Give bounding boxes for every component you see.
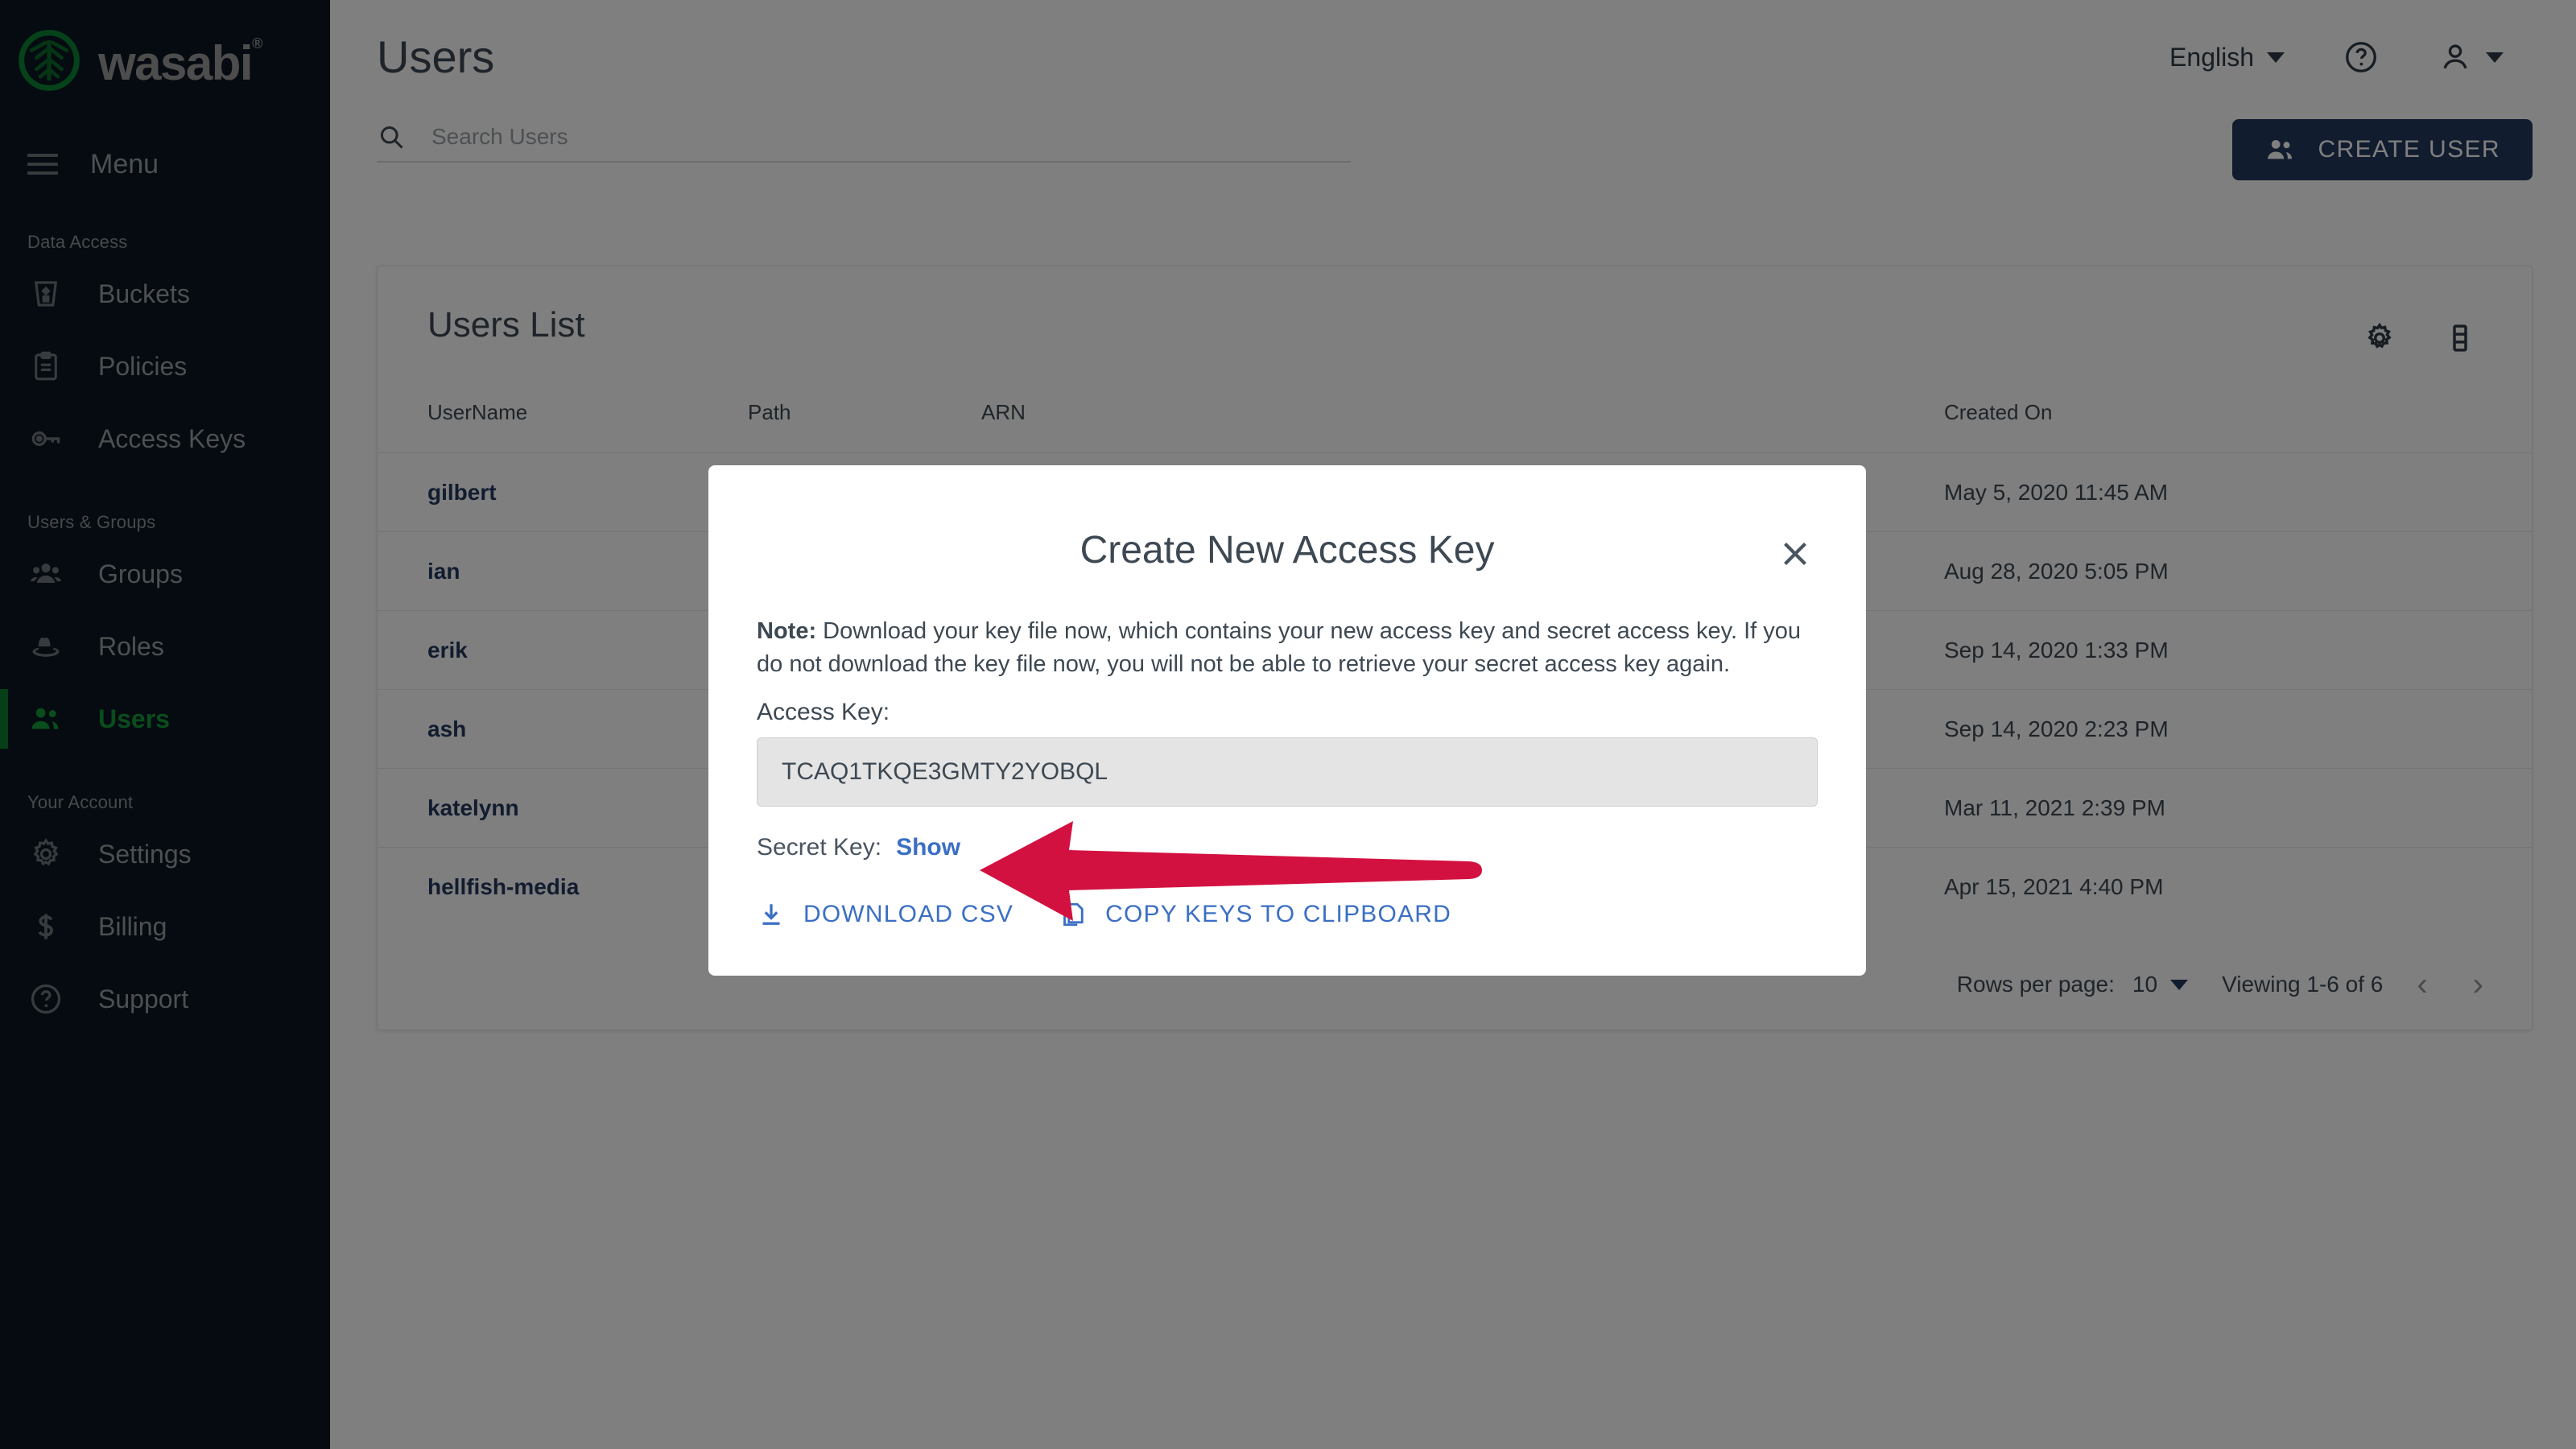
access-key-field[interactable]: TCAQ1TKQE3GMTY2YOBQL [757, 737, 1818, 807]
note-prefix: Note: [757, 618, 817, 644]
secret-key-show-link[interactable]: Show [896, 834, 960, 861]
copy-keys-label: COPY KEYS TO CLIPBOARD [1105, 901, 1451, 927]
create-access-key-modal: Create New Access Key Note: Download you… [708, 465, 1866, 976]
close-icon [1784, 543, 1806, 565]
modal-actions: DOWNLOAD CSV COPY KEYS TO CLIPBOARD [757, 900, 1451, 929]
app-root: wasabi® Menu Data Access Buckets [0, 0, 2576, 1449]
download-csv-label: DOWNLOAD CSV [803, 901, 1014, 927]
copy-icon [1063, 902, 1084, 927]
download-csv-button[interactable]: DOWNLOAD CSV [757, 900, 1013, 929]
access-key-value: TCAQ1TKQE3GMTY2YOBQL [782, 758, 1108, 785]
secret-key-label: Secret Key: [757, 834, 882, 861]
modal-title: Create New Access Key [1080, 529, 1495, 572]
secret-key-row: Secret Key: Show [757, 834, 960, 861]
modal-note: Note: Download your key file now, which … [757, 615, 1816, 681]
download-icon [762, 904, 780, 925]
copy-keys-button[interactable]: COPY KEYS TO CLIPBOARD [1059, 900, 1451, 929]
close-button[interactable] [1774, 533, 1816, 575]
access-key-label: Access Key: [757, 699, 890, 725]
note-body: Download your key file now, which contai… [757, 618, 1801, 678]
